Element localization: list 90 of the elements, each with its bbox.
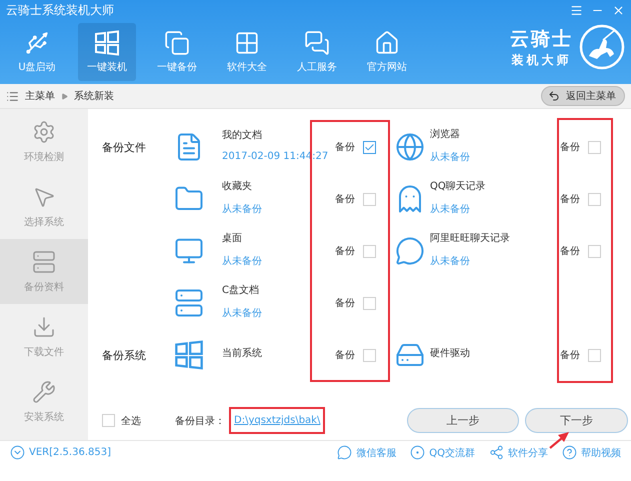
checkbox[interactable] [588,244,601,258]
nav-tab[interactable]: U盘启动 [8,23,66,81]
checkbox[interactable] [363,348,376,362]
pointer-arrow [548,432,570,449]
windows-icon [174,340,204,370]
sidebar-item[interactable]: 选择系统 [0,174,88,239]
backup-dir-label: 备份目录： [175,414,225,428]
item-name: 桌面 [222,232,243,244]
usb-icon [24,30,50,56]
footer-link[interactable]: 微信客服 [337,445,396,460]
section-label: 备份文件 [102,140,147,154]
checkbox-label: 备份 [335,141,355,154]
chat-icon [337,445,352,460]
chat-bubble-icon [395,236,425,266]
backup-status: 从未备份 [430,254,471,268]
help-icon [562,445,577,460]
logo-icon [579,24,625,70]
sidebar-item[interactable]: 环境检测 [0,109,88,174]
backup-status: 从未备份 [222,202,263,216]
item-name: 阿里旺旺聊天记录 [430,232,511,244]
home-icon [374,30,400,56]
checkbox-label: 备份 [560,141,580,154]
checkbox-label: 备份 [335,349,355,362]
item-name: 收藏夹 [222,180,253,192]
version-link[interactable]: VER[2.5.36.853] [10,445,111,460]
sidebar-item[interactable]: 安装系统 [0,369,88,434]
footer-link[interactable]: 帮助视频 [562,445,621,460]
triangle-icon [61,92,68,100]
footer-link[interactable]: QQ交流群 [410,445,475,460]
globe-icon [395,132,425,162]
prev-button[interactable]: 上一步 [407,408,519,433]
item-name: 浏览器 [430,128,461,140]
breadcrumb-item[interactable]: 主菜单 [25,89,55,103]
sidebar-item[interactable]: 备份资料 [0,239,88,304]
list-icon [6,90,19,102]
breadcrumb-item: 系统新装 [74,90,114,103]
nav-tab[interactable]: 软件大全 [218,23,276,81]
nav-tab[interactable]: 一键装机 [78,23,136,81]
checkbox[interactable] [363,244,376,258]
checkbox[interactable] [363,140,376,154]
backup-status: 从未备份 [222,306,263,320]
circle-icon [410,445,426,460]
section-label: 备份系统 [102,348,147,362]
logo-text: 云骑士 [510,26,573,52]
footer-link[interactable]: 软件分享 [489,445,548,460]
checkbox[interactable] [588,140,601,154]
wrench-icon [32,380,56,404]
backup-status: 从未备份 [222,254,263,268]
nav-tab[interactable]: 官方网站 [358,23,416,81]
backup-status: 从未备份 [430,150,471,164]
checkbox[interactable] [588,192,601,206]
checkbox[interactable] [102,414,115,427]
download-icon [32,314,56,338]
item-name: QQ聊天记录 [430,180,487,192]
checkbox-label: 备份 [560,349,580,362]
gear-icon [32,120,56,144]
checkbox[interactable] [588,348,601,362]
monitor-icon [174,236,204,266]
nav-tab[interactable]: 人工服务 [288,23,346,81]
logo-subtitle: 装机大师 [512,52,572,68]
nav-tab[interactable]: 一键备份 [148,23,206,81]
checkbox[interactable] [363,296,376,310]
grid-icon [234,30,260,56]
backup-status: 从未备份 [430,202,471,216]
chevron-icon [10,445,25,460]
server-icon [32,250,56,274]
item-name: 当前系统 [222,346,263,360]
backup-dir-link[interactable]: D:\yqsxtzjds\bak\ [234,415,320,426]
checkbox-label: 备份 [335,245,355,258]
checkbox[interactable] [363,192,376,206]
server-icon [174,288,204,318]
checkbox-label: 备份 [335,297,355,310]
item-name: 硬件驱动 [430,347,471,360]
item-name: 我的文档 [222,128,263,142]
checkbox-label: 备份 [560,245,580,258]
chat-icon [304,30,330,56]
next-button[interactable]: 下一步 [525,408,628,433]
windows-icon [94,30,120,56]
select-all-label: 全选 [121,414,141,428]
checkbox-label: 备份 [560,193,580,206]
window-title: 云骑士系统装机大师 [6,2,114,18]
item-name: C盘文档 [222,284,260,296]
share-icon [489,445,504,460]
undo-icon [548,90,560,102]
menu-icon[interactable] [570,4,583,16]
close-icon[interactable] [612,4,625,16]
copy-icon [164,30,190,56]
checkbox-label: 备份 [335,193,355,206]
back-button[interactable]: 返回主菜单 [541,86,625,106]
sidebar-item[interactable]: 下载文件 [0,304,88,369]
